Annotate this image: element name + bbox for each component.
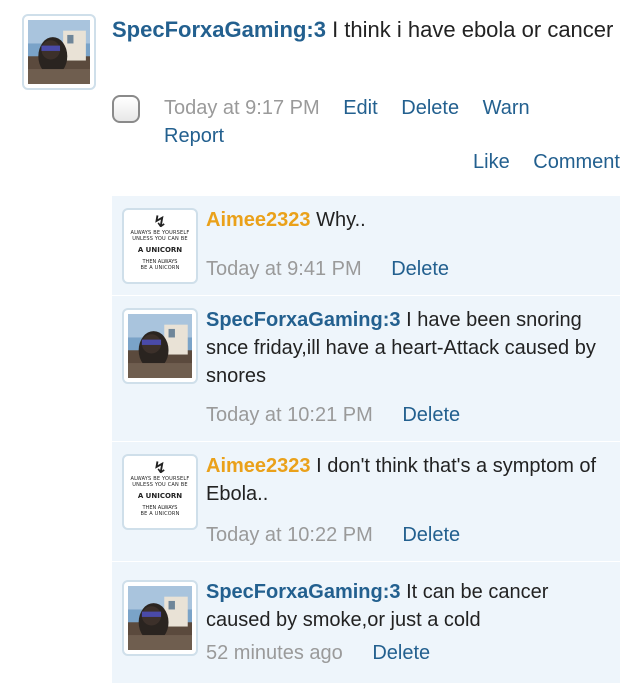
comment-item: ↯ ALWAYS BE YOURSELF UNLESS YOU CAN BE A…: [112, 442, 620, 562]
like-comment-row: Like Comment: [455, 151, 620, 174]
delete-link[interactable]: Delete: [372, 642, 430, 664]
comment-author[interactable]: SpecForxaGaming:3: [206, 581, 401, 603]
post-author[interactable]: SpecForxaGaming:3: [112, 17, 326, 42]
avatar-photo: [28, 20, 90, 84]
comment-link[interactable]: Comment: [533, 151, 620, 173]
avatar[interactable]: ↯ ALWAYS BE YOURSELF UNLESS YOU CAN BE A…: [122, 208, 198, 284]
comment-author[interactable]: SpecForxaGaming:3: [206, 309, 401, 331]
comment-meta: Today at 9:41 PM Delete: [206, 258, 449, 281]
avatar[interactable]: [122, 308, 198, 384]
lightning-icon: ↯: [153, 458, 167, 477]
comment-author[interactable]: Aimee2323: [206, 209, 311, 231]
delete-link[interactable]: Delete: [391, 258, 449, 280]
avatar[interactable]: [122, 580, 198, 656]
comment-item: ↯ ALWAYS BE YOURSELF UNLESS YOU CAN BE A…: [112, 196, 620, 296]
edit-link[interactable]: Edit: [343, 97, 377, 119]
select-checkbox[interactable]: [112, 95, 140, 123]
like-link[interactable]: Like: [473, 151, 510, 173]
comment-time: Today at 10:21 PM: [206, 404, 373, 426]
post-time: Today at 9:17 PM: [164, 97, 320, 119]
comment-text-block: Aimee2323 Why..: [206, 206, 616, 234]
comment-text-block: Aimee2323 I don't think that's a symptom…: [206, 452, 616, 508]
comment-author[interactable]: Aimee2323: [206, 455, 311, 477]
comment-meta: Today at 10:22 PM Delete: [206, 524, 460, 547]
delete-link[interactable]: Delete: [402, 404, 460, 426]
post-text: I think i have ebola or cancer: [332, 17, 614, 42]
comment-meta: 52 minutes ago Delete: [206, 642, 430, 665]
delete-link[interactable]: Delete: [401, 97, 459, 119]
comment-text: Why..: [316, 209, 366, 231]
comment-text-block: SpecForxaGaming:3 I have been snoring sn…: [206, 306, 616, 390]
unicorn-avatar-image: ↯ ALWAYS BE YOURSELF UNLESS YOU CAN BE A…: [126, 212, 194, 280]
avatar[interactable]: [22, 14, 96, 90]
unicorn-avatar-image: ↯ ALWAYS BE YOURSELF UNLESS YOU CAN BE A…: [126, 458, 194, 526]
avatar[interactable]: ↯ ALWAYS BE YOURSELF UNLESS YOU CAN BE A…: [122, 454, 198, 530]
comment-time: Today at 9:41 PM: [206, 258, 362, 280]
post-body: SpecForxaGaming:3 I think i have ebola o…: [112, 14, 632, 45]
avatar-photo: [128, 586, 192, 650]
warn-link[interactable]: Warn: [483, 97, 530, 119]
status-post: SpecForxaGaming:3 I think i have ebola o…: [0, 0, 640, 200]
comment-text-block: SpecForxaGaming:3 It can be cancer cause…: [206, 578, 616, 634]
lightning-icon: ↯: [153, 212, 167, 231]
comment-time: Today at 10:22 PM: [206, 524, 373, 546]
comment-item: SpecForxaGaming:3 I have been snoring sn…: [112, 296, 620, 442]
delete-link[interactable]: Delete: [402, 524, 460, 546]
comment-meta: Today at 10:21 PM Delete: [206, 404, 460, 427]
comment-item: SpecForxaGaming:3 It can be cancer cause…: [112, 562, 620, 684]
comment-time: 52 minutes ago: [206, 642, 343, 664]
avatar-photo: [128, 314, 192, 378]
report-link[interactable]: Report: [164, 125, 224, 147]
